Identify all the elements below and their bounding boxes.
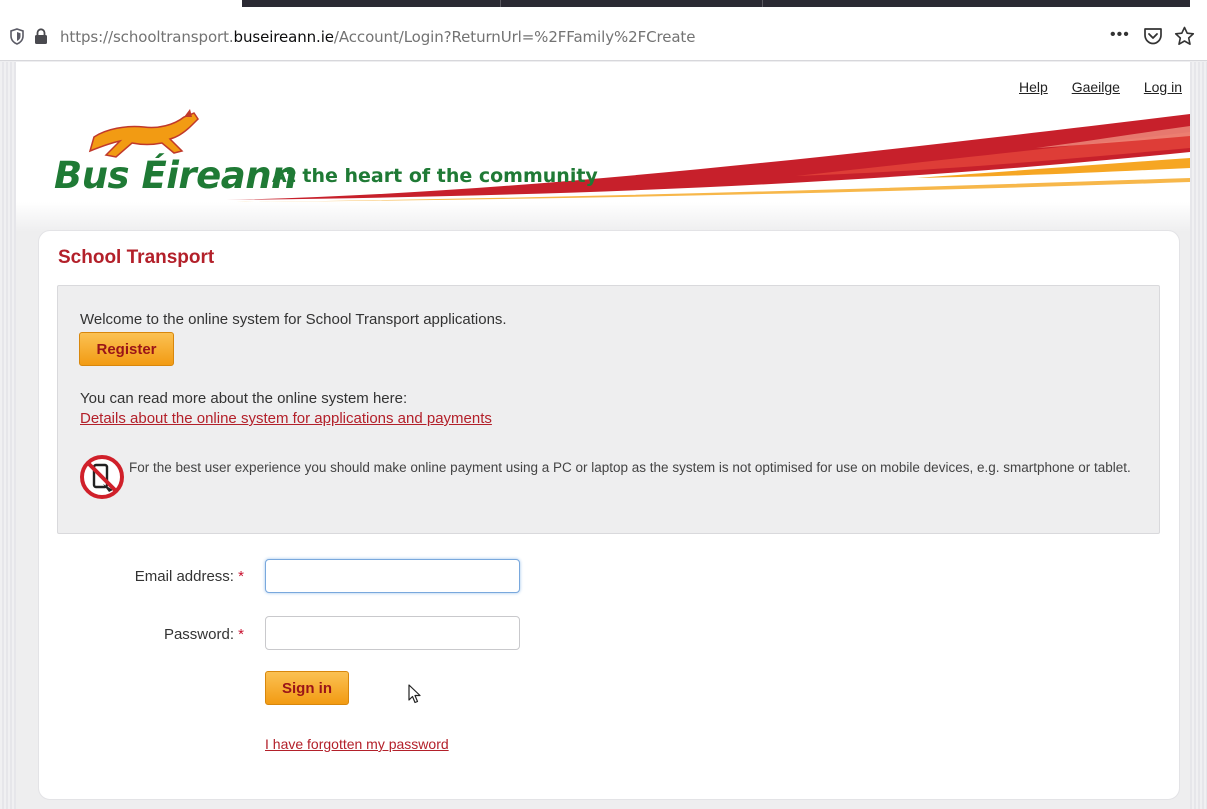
mouse-cursor-icon xyxy=(408,684,421,704)
welcome-text: Welcome to the online system for School … xyxy=(80,311,507,328)
password-label: Password: * xyxy=(163,626,244,643)
tagline: At the heart of the community xyxy=(272,165,598,187)
tab-strip xyxy=(0,0,1207,12)
pocket-icon[interactable] xyxy=(1143,27,1163,45)
bookmark-star-icon[interactable] xyxy=(1174,26,1195,46)
tab-strip-dark xyxy=(242,0,1190,7)
page-content: Help Gaeilge Log in Bus Éireann At the h… xyxy=(16,62,1190,809)
register-button[interactable]: Register xyxy=(79,332,174,366)
password-field[interactable] xyxy=(265,616,520,650)
page-actions-menu[interactable]: ••• xyxy=(1110,26,1130,44)
page-viewport: Help Gaeilge Log in Bus Éireann At the h… xyxy=(0,62,1207,809)
no-mobile-icon xyxy=(80,455,124,499)
lock-icon[interactable] xyxy=(34,28,48,45)
details-link[interactable]: Details about the online system for appl… xyxy=(80,410,492,427)
info-box: Welcome to the online system for School … xyxy=(57,285,1160,534)
email-label: Email address: * xyxy=(134,568,244,585)
email-field[interactable] xyxy=(265,559,520,593)
required-marker: * xyxy=(238,568,244,585)
tracking-shield-icon[interactable] xyxy=(9,28,25,45)
url-domain: buseireann.ie xyxy=(233,28,334,46)
mobile-notice-text: For the best user experience you should … xyxy=(129,460,1131,475)
required-marker: * xyxy=(238,626,244,643)
school-transport-panel: School Transport Welcome to the online s… xyxy=(38,230,1180,800)
page-title: School Transport xyxy=(58,247,215,268)
forgot-password-link[interactable]: I have forgotten my password xyxy=(265,736,449,752)
url-text[interactable]: https://schooltransport.buseireann.ie/Ac… xyxy=(60,28,695,46)
logo-text: Bus Éireann xyxy=(54,154,297,197)
sign-in-button[interactable]: Sign in xyxy=(265,671,349,705)
read-more-text: You can read more about the online syste… xyxy=(80,390,408,407)
address-bar[interactable]: https://schooltransport.buseireann.ie/Ac… xyxy=(0,12,1207,61)
